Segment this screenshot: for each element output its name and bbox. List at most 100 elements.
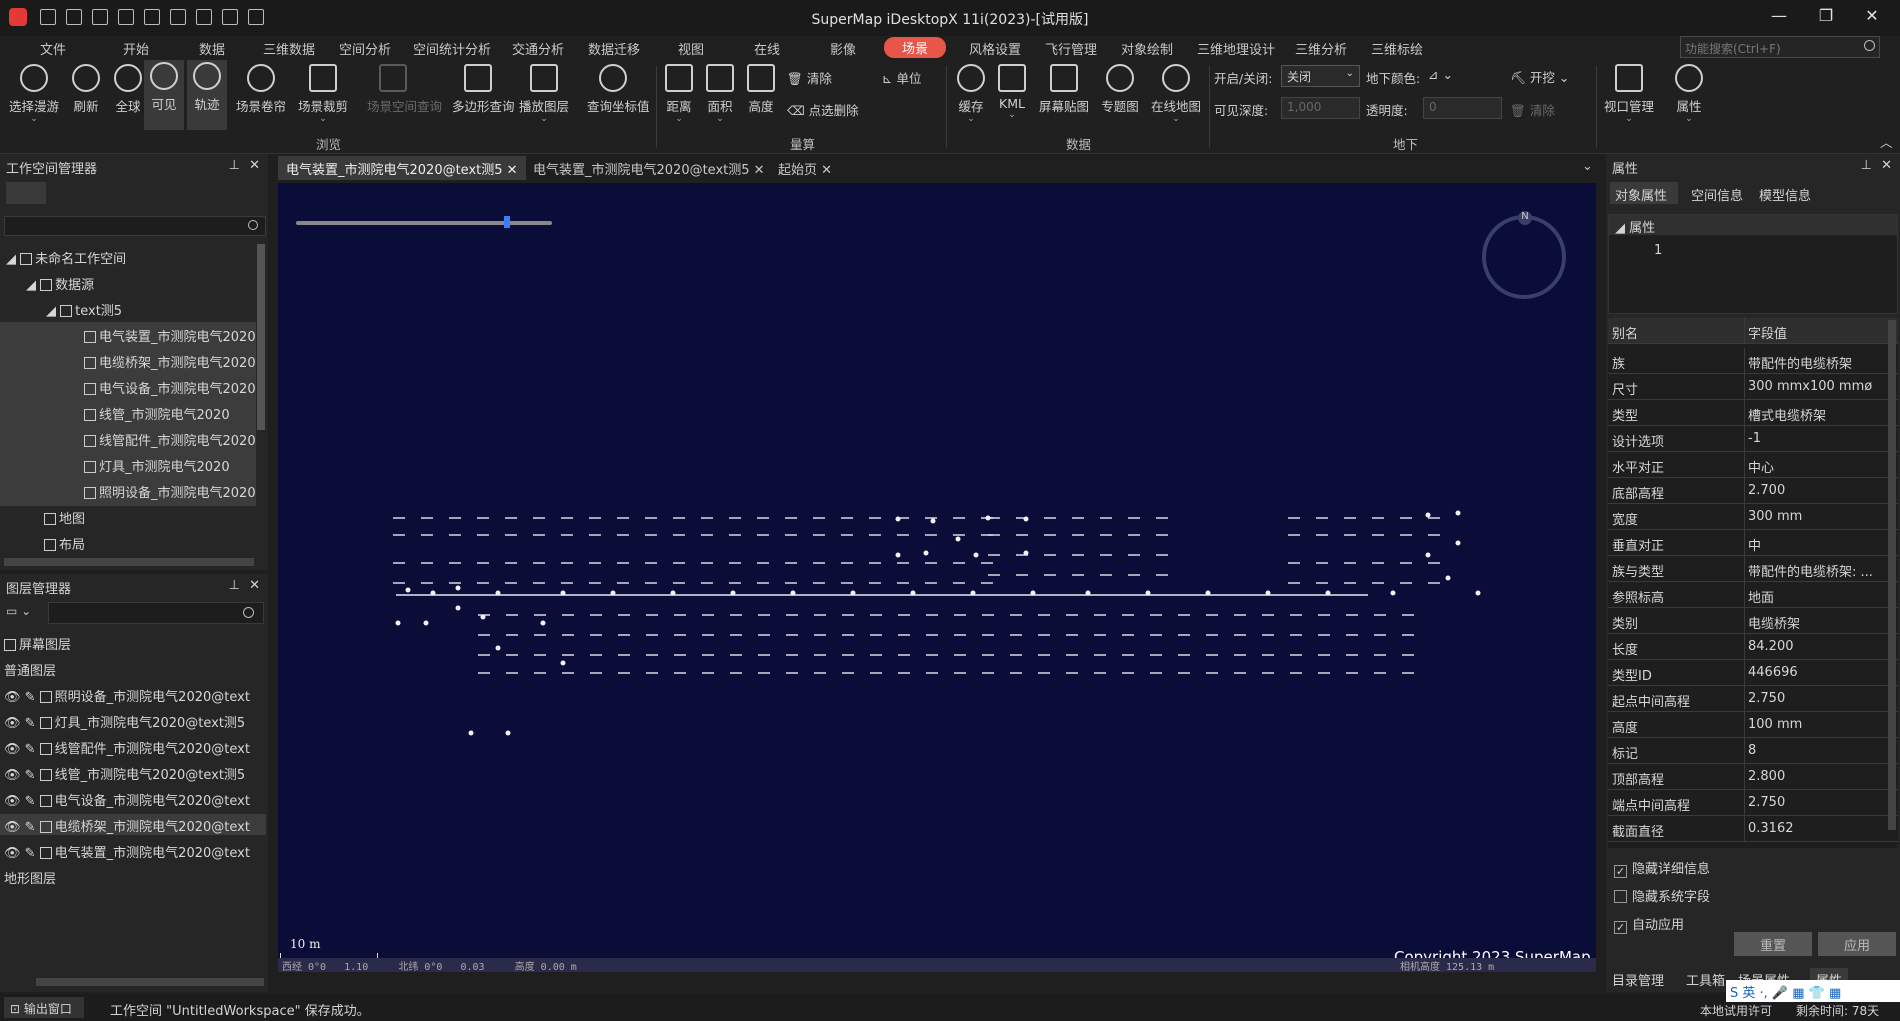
tab-spatial-info[interactable]: 空间信息 (1686, 182, 1748, 207)
tree-item-workspace[interactable]: ◢ 未命名工作空间 (6, 246, 126, 267)
tree-item-datasources[interactable]: ◢ 数据源 (26, 272, 94, 293)
reset-button[interactable]: 重置 (1734, 932, 1812, 956)
tree-item-dataset[interactable]: 电缆桥架_市测院电气2020 (84, 350, 256, 371)
property-row[interactable]: 长度 84.200 (1608, 634, 1898, 660)
layer-item[interactable]: 👁 ✎ 线管配件_市测院电气2020@text (4, 736, 266, 757)
close-icon[interactable]: ✕ (1881, 158, 1892, 173)
menu-tab-style[interactable]: 风格设置 (969, 39, 1021, 58)
scene-clip-button[interactable]: 场景裁剪 ⌄ (297, 62, 349, 124)
menu-tab-3d-design[interactable]: 三维地理设计 (1197, 39, 1275, 58)
pin-icon[interactable]: ⊥ (229, 158, 240, 173)
property-row[interactable]: 类型 槽式电缆桥架 (1608, 400, 1898, 426)
visible-depth-input[interactable]: 1,000 (1281, 97, 1360, 119)
tree-item-dataset[interactable]: 线管配件_市测院电气2020 (84, 428, 256, 449)
tree-item-dataset[interactable]: 照明设备_市测院电气2020 (84, 480, 256, 501)
menu-tab-traffic[interactable]: 交通分析 (512, 39, 564, 58)
menu-tab-image[interactable]: 影像 (830, 39, 856, 58)
menu-tab-draw[interactable]: 对象绘制 (1121, 39, 1173, 58)
pin-icon[interactable]: ⊥ (229, 578, 240, 593)
menu-tab-data[interactable]: 数据 (199, 39, 225, 58)
workspace-tab-tree[interactable] (6, 182, 46, 204)
property-row[interactable]: 截面直径 0.3162 (1608, 816, 1898, 842)
menu-tab-3d-analysis[interactable]: 三维分析 (1295, 39, 1347, 58)
screen-overlay-button[interactable]: 屏幕贴图 (1038, 62, 1090, 115)
vertical-scrollbar[interactable] (1888, 320, 1896, 830)
doc-tab-start-page[interactable]: 起始页 ✕ (770, 156, 840, 180)
visible-button[interactable]: 可见 (144, 60, 184, 130)
apply-button[interactable]: 应用 (1818, 932, 1896, 956)
scene-swipe-button[interactable]: 场景卷帘 (235, 62, 287, 115)
tab-toolbox[interactable]: 工具箱 (1686, 970, 1725, 989)
menu-tab-3d-data[interactable]: 三维数据 (263, 39, 315, 58)
property-row[interactable]: 设计选项 -1 (1608, 426, 1898, 452)
menu-tab-file[interactable]: 文件 (40, 39, 66, 58)
scene-viewport[interactable]: N 10 m Copyright 2023 SuperMap 西经 0°0 1.… (278, 183, 1596, 972)
workspace-tab-resources[interactable] (52, 182, 92, 204)
underground-color-picker[interactable]: ⊿ ⌄ (1428, 67, 1453, 82)
horizontal-scrollbar[interactable] (4, 558, 254, 566)
menu-tab-view[interactable]: 视图 (678, 39, 704, 58)
unit-button[interactable]: ⊾ 单位 (882, 68, 921, 87)
tree-item-dataset[interactable]: 电气装置_市测院电气2020 (84, 324, 256, 345)
tab-object-properties[interactable]: 对象属性 (1610, 182, 1678, 204)
property-row[interactable]: 参照标高 地面 (1608, 582, 1898, 608)
menu-tab-start[interactable]: 开始 (123, 39, 149, 58)
play-layer-button[interactable]: 播放图层 ⌄ (518, 62, 570, 124)
search-icon[interactable] (248, 220, 258, 230)
close-icon[interactable]: ✕ (249, 158, 260, 173)
close-icon[interactable]: ✕ (754, 163, 765, 178)
hide-system-fields-checkbox[interactable]: 隐藏系统字段 (1614, 886, 1710, 905)
terrain-layers-header[interactable]: 地形图层 (4, 866, 56, 887)
tree-item-dataset[interactable]: 灯具_市测院电气2020 (84, 454, 230, 475)
layer-item[interactable]: 👁 ✎ 电气设备_市测院电气2020@text (4, 788, 266, 809)
tree-item-dataset[interactable]: 电气设备_市测院电气2020 (84, 376, 256, 397)
excavate-button[interactable]: ⛏ 开挖 ⌄ (1510, 67, 1569, 86)
close-window-button[interactable]: ✕ (1858, 6, 1886, 30)
query-coordinate-button[interactable]: 查询坐标值 (587, 62, 650, 115)
property-row[interactable]: 标记 8 (1608, 738, 1898, 764)
layer-item-selected[interactable]: 👁 ✎ 电缆桥架_市测院电气2020@text (0, 814, 266, 835)
auto-apply-checkbox[interactable]: ✓ 自动应用 (1614, 914, 1684, 934)
property-row[interactable]: 族与类型 带配件的电缆桥架: ... (1608, 556, 1898, 582)
property-row[interactable]: 垂直对正中 (1608, 530, 1898, 556)
close-icon[interactable]: ✕ (821, 163, 832, 178)
layer-item[interactable]: 👁 ✎ 线管_市测院电气2020@text测5 (4, 762, 266, 783)
layer-item[interactable]: 👁 ✎ 灯具_市测院电气2020@text测5 (4, 710, 266, 731)
menu-tab-flight[interactable]: 飞行管理 (1045, 39, 1097, 58)
measure-clear-button[interactable]: 🗑 清除 (787, 68, 832, 87)
kml-button[interactable]: KML ⌄ (986, 62, 1038, 120)
menu-tab-spatial-stats[interactable]: 空间统计分析 (413, 39, 491, 58)
property-row[interactable]: 尺寸 300 mmx100 mmø (1608, 374, 1898, 400)
workspace-search-input[interactable] (4, 216, 266, 236)
menu-tab-3d-plot[interactable]: 三维标绘 (1371, 39, 1423, 58)
layer-search-input[interactable] (48, 602, 264, 624)
property-row[interactable]: 族带配件的电缆桥架 (1608, 348, 1898, 374)
tree-item-datasource-text5[interactable]: ◢ text测5 (46, 298, 122, 319)
height-button[interactable]: 高度 (735, 62, 787, 115)
close-icon[interactable]: ✕ (507, 163, 518, 178)
tree-item-dataset[interactable]: 线管_市测院电气2020 (84, 402, 230, 423)
tab-catalog[interactable]: 目录管理 (1612, 970, 1664, 989)
point-delete-button[interactable]: ⌫ 点选删除 (787, 100, 859, 119)
tab-list-dropdown-icon[interactable]: ⌄ (1574, 156, 1601, 180)
thematic-map-button[interactable]: 专题图 (1094, 62, 1146, 115)
doc-tab-scene[interactable]: 电气装置_市测院电气2020@text测5 ✕ (525, 156, 773, 180)
minimize-button[interactable]: — (1765, 6, 1793, 30)
layer-tools-dropdown[interactable]: ▭ ⌄ (6, 604, 46, 622)
tab-model-info[interactable]: 模型信息 (1754, 182, 1816, 207)
property-row[interactable]: 类型ID 446696 (1608, 660, 1898, 686)
select-roam-button[interactable]: 选择漫游 ⌄ (8, 62, 60, 124)
function-search-input[interactable]: 功能搜索(Ctrl+F) (1680, 36, 1880, 58)
doc-tab-scene-active[interactable]: 电气装置_市测院电气2020@text测5 ✕ (278, 156, 526, 180)
property-row[interactable]: 高度 100 mm (1608, 712, 1898, 738)
underground-toggle-select[interactable]: 关闭 ⌄ (1281, 65, 1360, 87)
polygon-query-button[interactable]: 多边形查询 (452, 62, 515, 115)
menu-tab-scene[interactable]: 场景 (884, 37, 947, 58)
restore-button[interactable]: ❐ (1812, 6, 1840, 30)
property-row[interactable]: 水平对正 中心 (1608, 452, 1898, 478)
property-row[interactable]: 顶部高程 2.800 (1608, 764, 1898, 790)
property-row[interactable]: 起点中间高程 2.750 (1608, 686, 1898, 712)
online-map-button[interactable]: 在线地图 ⌄ (1150, 62, 1202, 124)
tree-item-maps[interactable]: 地图 (44, 506, 85, 527)
normal-layers-header[interactable]: 普通图层 (4, 658, 56, 679)
